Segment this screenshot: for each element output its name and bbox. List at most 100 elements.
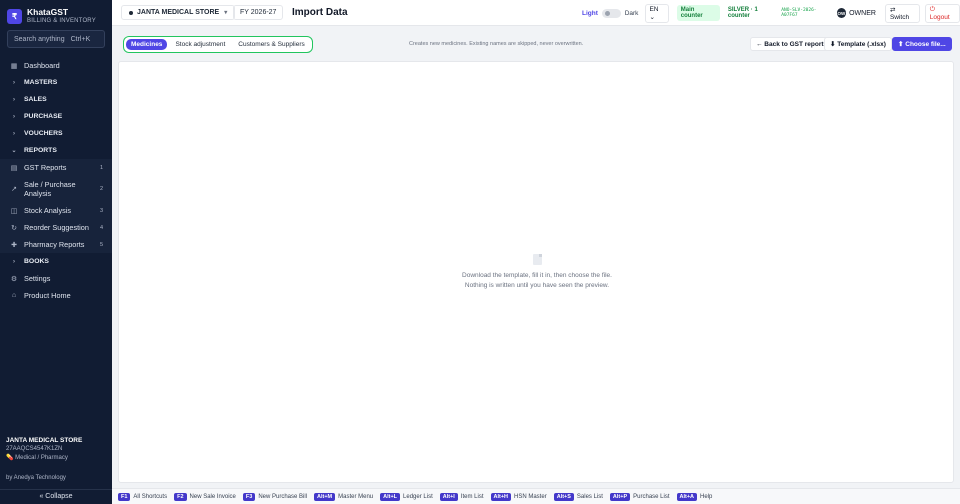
download-template-button[interactable]: ⬇ Template (.xlsx) xyxy=(824,37,892,51)
sidebar-item-label: Settings xyxy=(24,274,51,283)
theme-toggle[interactable] xyxy=(601,8,621,18)
plan-label: SILVER · 1 counter xyxy=(727,7,758,19)
user-role[interactable]: OWNER xyxy=(849,10,876,17)
chevron-right-icon: › xyxy=(13,113,15,120)
shortcut-label: Help xyxy=(700,493,713,500)
shortcut-help[interactable]: Alt+A Help xyxy=(676,492,713,501)
sidebar-item-label: BOOKS xyxy=(24,258,49,265)
store-selector[interactable]: JANTA MEDICAL STORE ▾ xyxy=(121,5,236,20)
chevron-right-icon: › xyxy=(13,96,15,103)
sidebar-item-label: SALES xyxy=(24,96,47,103)
sidebar-item-label: Reorder Suggestion xyxy=(24,223,89,232)
sidebar-item-sale-purchase-analysis[interactable]: ↗ Sale / Purchase Analysis 2 xyxy=(0,176,112,202)
theme-light-label[interactable]: Light xyxy=(582,10,598,17)
empty-state-line-1: Download the template, fill it in, then … xyxy=(462,272,612,279)
header-controls: Light Dark EN ⌄ Main counter SILVER · 1 … xyxy=(582,3,960,23)
sidebar-item-dashboard[interactable]: ▦ Dashboard xyxy=(0,57,112,74)
sidebar-item-badge: 3 xyxy=(99,207,103,214)
sidebar-item-product-home[interactable]: ⌂ Product Home xyxy=(0,287,112,304)
search-label: Search anything xyxy=(14,35,65,43)
sidebar-group-purchase[interactable]: › PURCHASE xyxy=(0,108,112,125)
sidebar-item-badge: 1 xyxy=(99,164,103,171)
sidebar-item-label: PURCHASE xyxy=(24,113,63,120)
shortcut-purchase-list[interactable]: Alt+P Purchase List xyxy=(609,492,670,501)
shortcut-key: Alt+M xyxy=(314,492,336,501)
chevron-right-icon: › xyxy=(13,130,15,137)
shortcut-label: New Purchase Bill xyxy=(258,493,307,500)
chevron-down-icon: ▾ xyxy=(224,10,228,16)
tab-stock-adjustment[interactable]: Stock adjustment xyxy=(170,39,230,50)
sidebar-item-label: Product Home xyxy=(24,291,71,300)
brand[interactable]: ₹ KhataGST BILLING & INVENTORY xyxy=(7,7,96,25)
sidebar-group-masters[interactable]: › MASTERS xyxy=(0,74,112,91)
sidebar-item-settings[interactable]: ⚙ Settings xyxy=(0,270,112,287)
shortcut-key: Alt+I xyxy=(439,492,458,501)
collapse-button[interactable]: « Collapse xyxy=(0,489,112,504)
sidebar-group-reports[interactable]: ⌄ REPORTS xyxy=(0,142,112,159)
shortcut-label: Item List xyxy=(460,493,484,500)
sidebar-item-gst-reports[interactable]: ▤ GST Reports 1 xyxy=(0,159,112,176)
shortcut-key: Alt+A xyxy=(676,492,698,501)
gear-icon: ⚙ xyxy=(10,275,18,283)
shortcut-all-shortcuts[interactable]: F1 All Shortcuts xyxy=(118,492,168,501)
empty-state-line-2: Nothing is written until you have seen t… xyxy=(464,282,610,289)
logout-button[interactable]: ⏻ Logout xyxy=(924,3,960,23)
business-type-label: Medical / Pharmacy xyxy=(15,455,68,461)
tab-medicines[interactable]: Medicines xyxy=(126,39,168,50)
shortcut-bar: F1 All Shortcuts F2 New Sale Invoice F3 New… xyxy=(112,488,960,504)
fy-selector[interactable]: FY 2026-27 xyxy=(233,5,284,20)
shortcut-label: Master Menu xyxy=(338,493,374,500)
sidebar-item-label: Stock Analysis xyxy=(24,206,72,215)
sidebar-group-vouchers[interactable]: › VOUCHERS xyxy=(0,125,112,142)
shortcut-label: New Sale Invoice xyxy=(189,493,236,500)
sidebar-item-badge: 5 xyxy=(99,241,103,248)
shortcut-master-menu[interactable]: Alt+M Master Menu xyxy=(314,492,374,501)
sidebar-item-pharmacy-reports[interactable]: ✚ Pharmacy Reports 5 xyxy=(0,236,112,253)
shortcut-label: All Shortcuts xyxy=(133,493,168,500)
footer-store-name: JANTA MEDICAL STORE xyxy=(6,437,83,444)
sidebar-item-label: Sale / Purchase Analysis xyxy=(24,180,76,198)
shortcut-sales-list[interactable]: Alt+S Sales List xyxy=(553,492,603,501)
top-header: JANTA MEDICAL STORE ▾ FY 2026-27 Import … xyxy=(112,0,960,26)
sidebar-store-info: JANTA MEDICAL STORE 27AAQCS4547K1ZN 💊 Me… xyxy=(6,437,106,461)
sidebar-item-stock-analysis[interactable]: ◫ Stock Analysis 3 xyxy=(0,202,112,219)
shortcut-key: Alt+P xyxy=(609,492,631,501)
sidebar-item-reorder-suggestion[interactable]: ↻ Reorder Suggestion 4 xyxy=(0,219,112,236)
store-dot-icon xyxy=(129,10,133,15)
shortcut-label: Purchase List xyxy=(633,493,670,500)
back-to-gst-reports-button[interactable]: ← Back to GST reports xyxy=(750,37,834,51)
shortcut-key: Alt+L xyxy=(380,492,401,501)
chevron-down-icon: ⌄ xyxy=(11,148,17,154)
shortcut-key: F2 xyxy=(174,492,187,501)
vendor-credit: by Anedya Technology xyxy=(6,475,66,481)
chevron-right-icon: › xyxy=(13,79,15,86)
shortcut-ledger-list[interactable]: Alt+L Ledger List xyxy=(380,492,433,501)
shortcut-item-list[interactable]: Alt+I Item List xyxy=(439,492,484,501)
avatar[interactable]: OW xyxy=(836,8,847,18)
language-selector[interactable]: EN ⌄ xyxy=(645,3,669,23)
footer-gstin: 27AAQCS4547K1ZN xyxy=(6,446,63,452)
switch-button[interactable]: ⇄ Switch xyxy=(884,3,920,23)
shortcut-label: Sales List xyxy=(576,493,603,500)
sidebar-item-label: MASTERS xyxy=(24,79,58,86)
tab-customers-suppliers[interactable]: Customers & Suppliers xyxy=(233,39,309,50)
import-panel: Download the template, fill it in, then … xyxy=(118,61,954,483)
chevron-down-icon: ⌄ xyxy=(649,13,655,21)
import-type-tabs: Medicines Stock adjustment Customers & S… xyxy=(123,36,313,53)
sidebar-search[interactable]: Search anything Ctrl+K xyxy=(7,30,105,48)
shortcut-key: F3 xyxy=(242,492,256,501)
shortcut-label: Ledger List xyxy=(403,493,433,500)
sidebar-item-badge: 2 xyxy=(99,185,103,192)
shortcut-new-sale-invoice[interactable]: F2 New Sale Invoice xyxy=(174,492,236,501)
shortcut-key: Alt+S xyxy=(553,492,574,501)
theme-dark-label[interactable]: Dark xyxy=(625,10,639,17)
sidebar-item-label: Dashboard xyxy=(24,61,60,70)
sidebar-group-books[interactable]: › BOOKS xyxy=(0,253,112,270)
refresh-icon: ↻ xyxy=(11,224,17,232)
sidebar-group-sales[interactable]: › SALES xyxy=(0,91,112,108)
counter-badge: Main counter xyxy=(676,5,720,21)
choose-file-button[interactable]: ⬆ Choose file... xyxy=(892,37,952,51)
shortcut-hsn-master[interactable]: Alt+H HSN Master xyxy=(490,492,547,501)
sidebar-item-badge: 4 xyxy=(99,224,103,231)
shortcut-new-purchase-bill[interactable]: F3 New Purchase Bill xyxy=(242,492,307,501)
